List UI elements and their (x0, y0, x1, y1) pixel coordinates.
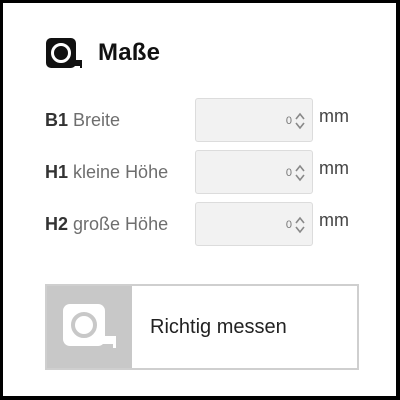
chevron-down-icon[interactable] (294, 225, 306, 235)
number-spinner[interactable] (294, 111, 306, 131)
measure-button-label[interactable]: Richtig messen (150, 286, 287, 368)
field-code: H2 (45, 214, 69, 234)
measure-correctly-button[interactable]: Richtig messen (45, 284, 359, 370)
field-row-b1: B1 Breite 0 mm (45, 98, 365, 142)
unit-label: mm (319, 210, 349, 230)
chevron-up-icon[interactable] (294, 111, 306, 121)
section-title: Maße (98, 39, 161, 66)
unit-label: mm (319, 106, 349, 126)
field-label: H2 große Höhe (45, 202, 168, 246)
field-label: B1 Breite (45, 98, 120, 142)
dimensions-panel: Maße B1 Breite 0 mm H1 kleine Höhe 0 mm … (3, 3, 396, 396)
field-row-h2: H2 große Höhe 0 mm (45, 202, 365, 246)
width-value[interactable]: 0 (286, 99, 292, 143)
chevron-down-icon[interactable] (294, 173, 306, 183)
field-label-text: Breite (73, 110, 121, 130)
chevron-up-icon[interactable] (294, 163, 306, 173)
measure-icon-box (47, 286, 132, 368)
tape-measure-icon (46, 38, 82, 68)
number-spinner[interactable] (294, 215, 306, 235)
field-code: B1 (45, 110, 69, 130)
small-height-input[interactable]: 0 (195, 150, 313, 194)
field-row-h1: H1 kleine Höhe 0 mm (45, 150, 365, 194)
large-height-input[interactable]: 0 (195, 202, 313, 246)
chevron-down-icon[interactable] (294, 121, 306, 131)
large-height-value[interactable]: 0 (286, 203, 292, 247)
number-spinner[interactable] (294, 163, 306, 183)
field-code: H1 (45, 162, 69, 182)
field-label-text: kleine Höhe (73, 162, 169, 182)
unit-label: mm (319, 158, 349, 178)
chevron-up-icon[interactable] (294, 215, 306, 225)
field-label: H1 kleine Höhe (45, 150, 168, 194)
small-height-value[interactable]: 0 (286, 151, 292, 195)
tape-measure-icon (62, 304, 116, 348)
width-input[interactable]: 0 (195, 98, 313, 142)
section-header: Maße (45, 37, 160, 69)
field-label-text: große Höhe (73, 214, 169, 234)
